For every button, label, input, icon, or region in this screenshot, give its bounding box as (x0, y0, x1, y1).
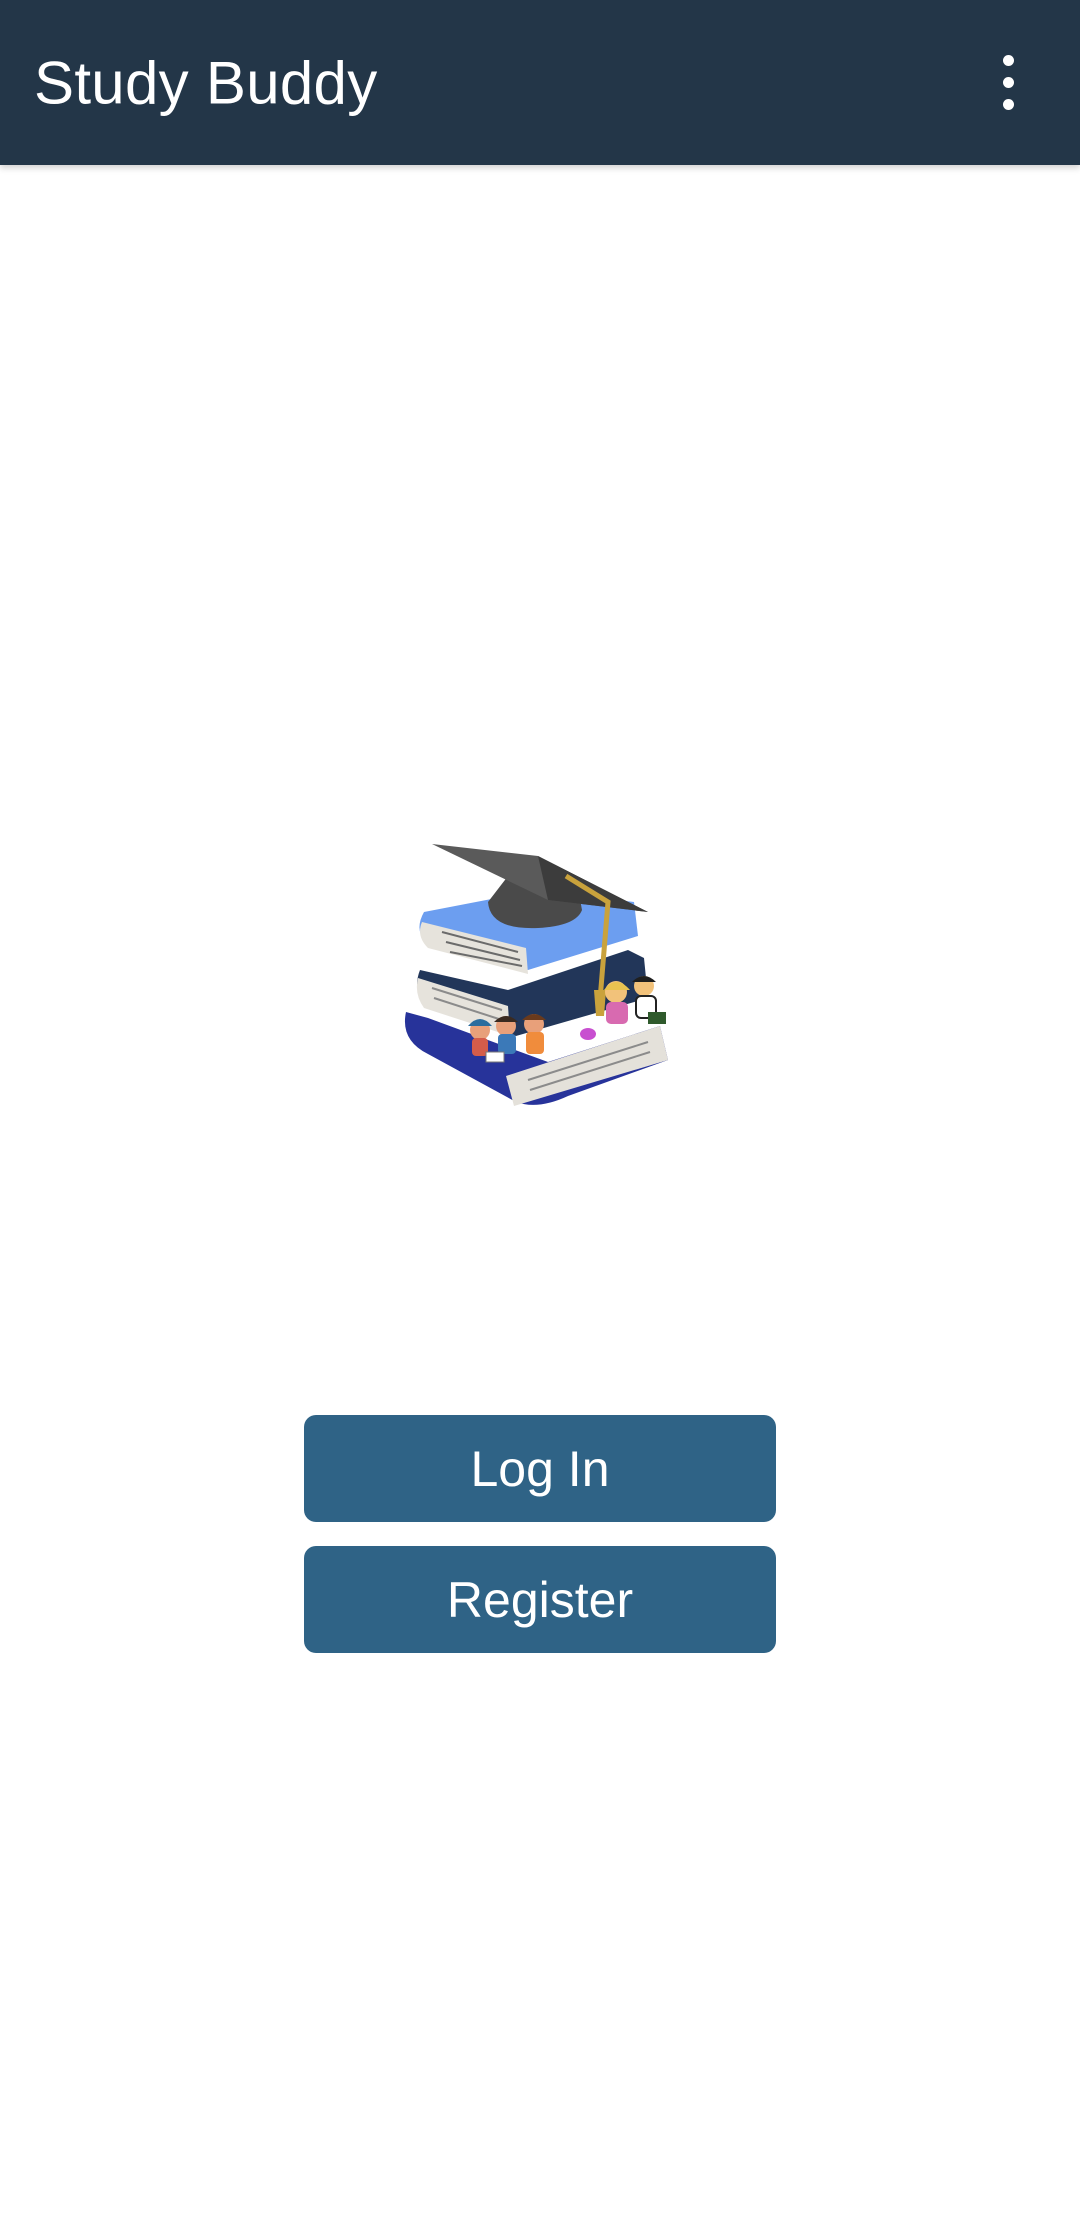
menu-dot (1002, 77, 1014, 88)
register-button[interactable]: Register (304, 1546, 776, 1653)
graduation-books-logo (398, 840, 682, 1122)
menu-dot (1002, 55, 1014, 66)
app-title: Study Buddy (34, 49, 378, 116)
menu-dot (1002, 99, 1014, 110)
app-bar: Study Buddy (0, 0, 1080, 165)
log-in-button[interactable]: Log In (304, 1415, 776, 1522)
more-vert-icon[interactable] (978, 43, 1038, 123)
